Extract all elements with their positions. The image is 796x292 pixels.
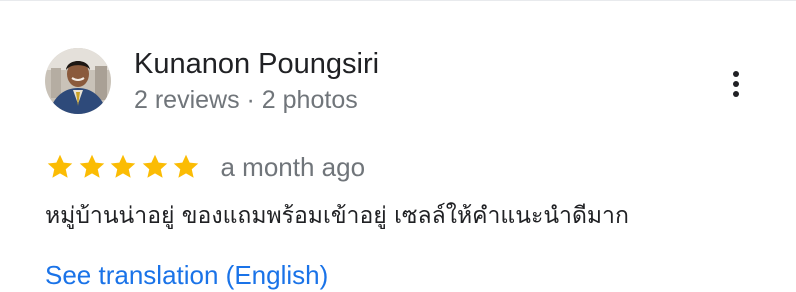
- star-icon: [47, 154, 73, 178]
- star-icon: [79, 154, 104, 178]
- review-date: a month ago: [220, 152, 366, 182]
- more-vert-icon: [733, 71, 739, 97]
- star-icon: [142, 154, 167, 178]
- review-text: หมู่บ้านน่าอยู่ ของแถมพร้อมเข้าอยู่ เซลล…: [45, 203, 629, 229]
- avatar[interactable]: [45, 48, 111, 114]
- star-rating: [45, 152, 203, 182]
- translate-link[interactable]: See translation (English): [45, 258, 328, 292]
- star-icon: [110, 154, 136, 178]
- rating-row: a month ago: [45, 148, 365, 186]
- more-options-button[interactable]: [720, 64, 752, 104]
- star-icon: [173, 154, 199, 178]
- reviewer-name[interactable]: Kunanon Poungsiri: [134, 44, 379, 84]
- reviewer-meta[interactable]: 2 reviews · 2 photos: [134, 82, 358, 118]
- review-card: Kunanon Poungsiri 2 reviews · 2 photos a…: [0, 0, 796, 290]
- avatar-image: [45, 48, 111, 114]
